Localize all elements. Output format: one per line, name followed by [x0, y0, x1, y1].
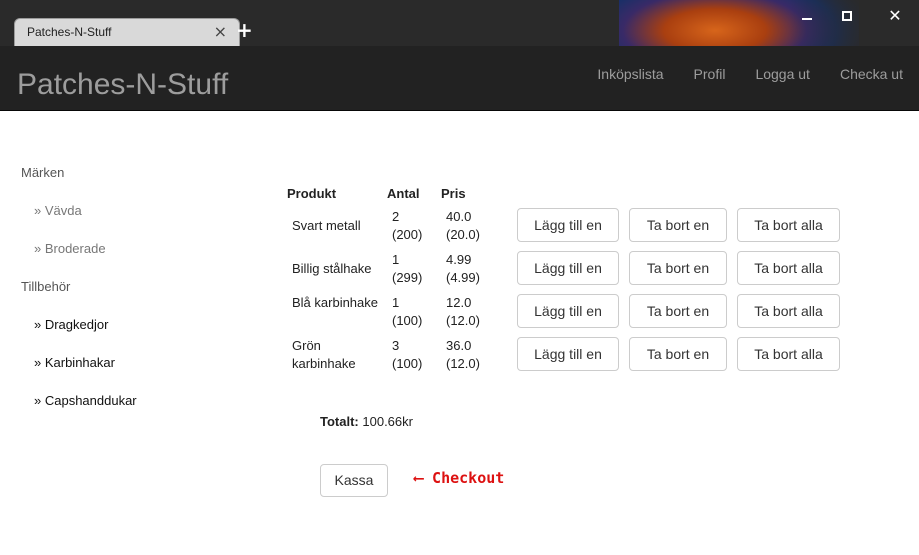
qty-value: 1 [392, 252, 400, 267]
product-name: Billig stålhake [292, 261, 372, 276]
header-price: Pris [441, 186, 466, 201]
remove-all-button[interactable]: Ta bort alla [737, 251, 840, 285]
maximize-icon[interactable] [839, 8, 855, 24]
cart-total: Totalt: 100.66kr [320, 414, 413, 429]
nav-link-shopping-list[interactable]: Inköpslista [597, 66, 663, 82]
browser-tab[interactable]: Patches-N-Stuff × [14, 18, 240, 46]
product-qty: 1 (299) [392, 251, 437, 287]
tab-close-icon[interactable]: × [214, 22, 227, 41]
checkout-annotation: ⟵ Checkout [414, 469, 505, 487]
header-product: Produkt [287, 186, 337, 201]
remove-one-button[interactable]: Ta bort en [629, 294, 727, 328]
table-row: Billig stålhake 1 (299) 4.99 (4.99) Lägg… [287, 251, 847, 291]
remove-all-button[interactable]: Ta bort alla [737, 208, 840, 242]
checkout-button[interactable]: Kassa [320, 464, 388, 497]
site-navbar: Patches-N-Stuff Inköpslista Profil Logga… [0, 46, 919, 111]
sidebar: Märken » Vävda » Broderade Tillbehör » D… [21, 164, 221, 430]
nav-link-profile[interactable]: Profil [694, 66, 726, 82]
price-value: 40.0 [446, 209, 472, 224]
sidebar-item-cap-towels[interactable]: » Capshanddukar [21, 392, 221, 430]
tab-title: Patches-N-Stuff [27, 25, 112, 39]
product-name: Grön karbinhake [292, 338, 356, 371]
table-row: Svart metall 2 (200) 40.0 (20.0) Lägg ti… [287, 208, 847, 248]
product-qty: 2 (200) [392, 208, 437, 244]
sidebar-item-embroidered[interactable]: » Broderade [21, 240, 221, 278]
browser-chrome: Patches-N-Stuff × + ✕ [0, 0, 919, 46]
sidebar-category-brands: Märken [21, 165, 65, 180]
stock-value: (100) [392, 313, 423, 328]
site-brand[interactable]: Patches-N-Stuff [17, 68, 228, 102]
total-value: 100.66kr [362, 414, 413, 429]
product-price: 36.0 (12.0) [446, 337, 496, 373]
price-value: 12.0 [446, 295, 472, 310]
product-qty: 1 (100) [392, 294, 437, 330]
close-icon[interactable]: ✕ [887, 8, 903, 24]
product-price: 12.0 (12.0) [446, 294, 496, 330]
nav-link-checkout[interactable]: Checka ut [840, 66, 903, 82]
add-one-button[interactable]: Lägg till en [517, 251, 619, 285]
add-one-button[interactable]: Lägg till en [517, 294, 619, 328]
remove-one-button[interactable]: Ta bort en [629, 208, 727, 242]
product-qty: 3 (100) [392, 337, 437, 373]
product-price: 40.0 (20.0) [446, 208, 496, 244]
product-name: Svart metall [292, 218, 361, 233]
product-price: 4.99 (4.99) [446, 251, 496, 287]
stock-value: (100) [392, 356, 423, 371]
unit-price-value: (4.99) [446, 270, 480, 285]
remove-all-button[interactable]: Ta bort alla [737, 294, 840, 328]
remove-one-button[interactable]: Ta bort en [629, 337, 727, 371]
remove-one-button[interactable]: Ta bort en [629, 251, 727, 285]
minimize-icon[interactable] [799, 8, 815, 24]
sidebar-item-woven[interactable]: » Vävda [21, 202, 221, 240]
sidebar-item-carabiners[interactable]: » Karbinhakar [21, 354, 221, 392]
new-tab-icon[interactable]: + [236, 18, 253, 42]
product-name: Blå karbinhake [292, 295, 378, 310]
qty-value: 1 [392, 295, 400, 310]
unit-price-value: (12.0) [446, 313, 480, 328]
stock-value: (200) [392, 227, 423, 242]
header-qty: Antal [387, 186, 420, 201]
price-value: 36.0 [446, 338, 472, 353]
add-one-button[interactable]: Lägg till en [517, 337, 619, 371]
total-label: Totalt: [320, 414, 359, 429]
price-value: 4.99 [446, 252, 472, 267]
sidebar-category-accessories: Tillbehör [21, 279, 71, 294]
remove-all-button[interactable]: Ta bort alla [737, 337, 840, 371]
nav-link-logout[interactable]: Logga ut [755, 66, 810, 82]
qty-value: 2 [392, 209, 400, 224]
add-one-button[interactable]: Lägg till en [517, 208, 619, 242]
sidebar-item-zippers[interactable]: » Dragkedjor [21, 316, 221, 354]
stock-value: (299) [392, 270, 423, 285]
qty-value: 3 [392, 338, 400, 353]
table-row: Blå karbinhake 1 (100) 12.0 (12.0) Lägg … [287, 294, 847, 334]
unit-price-value: (12.0) [446, 356, 480, 371]
nav-links: Inköpslista Profil Logga ut Checka ut [597, 66, 903, 82]
table-row: Grön karbinhake 3 (100) 36.0 (12.0) Lägg… [287, 337, 847, 377]
unit-price-value: (20.0) [446, 227, 480, 242]
